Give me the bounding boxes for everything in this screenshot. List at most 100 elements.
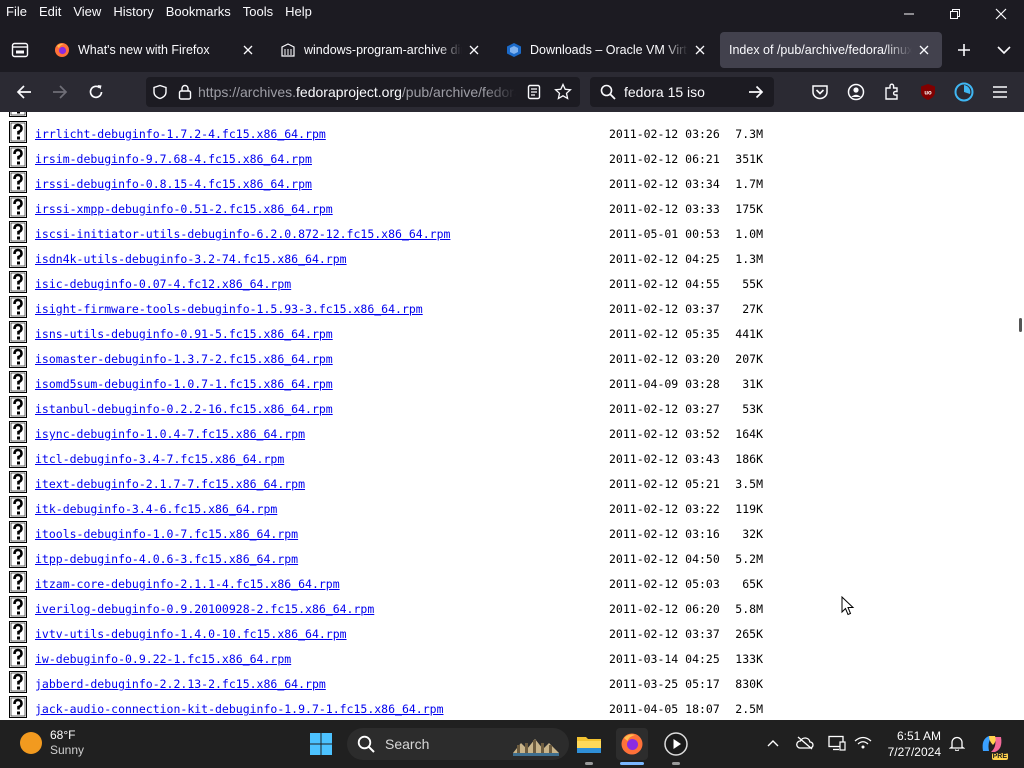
firefox-view-button[interactable] xyxy=(8,38,32,62)
close-icon xyxy=(243,45,253,55)
file-link[interactable]: irssi-xmpp-debuginfo-0.51-2.fc15.x86_64.… xyxy=(35,202,333,216)
table-row: irsim-debuginfo-9.7.68-4.fc15.x86_64.rpm… xyxy=(0,145,1010,170)
file-size: 32K xyxy=(742,527,763,541)
tab-fedora-index[interactable]: Index of /pub/archive/fedora/linux/ xyxy=(720,32,942,68)
extension-colored-button[interactable] xyxy=(950,78,978,106)
file-link[interactable]: itpp-debuginfo-4.0.6-3.fc15.x86_64.rpm xyxy=(35,552,298,566)
scrollbar-thumb[interactable] xyxy=(1019,318,1022,332)
file-link[interactable]: isns-utils-debuginfo-0.91-5.fc15.x86_64.… xyxy=(35,327,333,341)
file-link[interactable]: isic-debuginfo-0.07-4.fc12.x86_64.rpm xyxy=(35,277,291,291)
file-size: 31K xyxy=(742,377,763,391)
file-link[interactable]: isomd5sum-debuginfo-1.0.7-1.fc15.x86_64.… xyxy=(35,377,333,391)
file-link[interactable]: itext-debuginfo-2.1.7-7.fc15.x86_64.rpm xyxy=(35,477,305,491)
navigation-toolbar: https://archives.fedoraproject.org/pub/a… xyxy=(0,72,1024,112)
file-explorer-button[interactable] xyxy=(573,728,605,760)
pocket-button[interactable] xyxy=(806,78,834,106)
search-bar[interactable]: fedora 15 iso xyxy=(590,77,774,107)
device-tray-icon[interactable] xyxy=(826,732,848,754)
file-link[interactable]: isdn4k-utils-debuginfo-3.2-74.fc15.x86_6… xyxy=(35,252,347,266)
taskbar-search-box[interactable]: Search xyxy=(347,728,569,760)
file-size: 164K xyxy=(735,427,763,441)
menu-edit[interactable]: Edit xyxy=(33,0,67,24)
new-tab-button[interactable] xyxy=(952,38,976,62)
back-button[interactable] xyxy=(10,78,38,106)
file-link[interactable]: isight-firmware-tools-debuginfo-1.5.93-3… xyxy=(35,302,423,316)
file-link[interactable]: irrlicht-debuginfo-1.7.2-4.fc15.x86_64.r… xyxy=(35,127,326,141)
file-link[interactable]: jack-audio-connection-kit-debuginfo-1.9.… xyxy=(35,702,444,716)
show-hidden-icons-button[interactable] xyxy=(762,732,784,754)
minimize-button[interactable] xyxy=(886,0,932,28)
lock-icon[interactable] xyxy=(178,84,192,100)
tab-virtualbox-downloads[interactable]: Downloads – Oracle VM Virtuall xyxy=(494,32,718,68)
tab-close-button[interactable] xyxy=(462,38,486,62)
file-link[interactable]: isync-debuginfo-1.0.4-7.fc15.x86_64.rpm xyxy=(35,427,305,441)
tab-close-button[interactable] xyxy=(912,38,936,62)
tab-windows-program-archive[interactable]: windows-program-archive dire xyxy=(268,32,492,68)
file-link-partial[interactable] xyxy=(35,112,275,113)
app-menu-button[interactable] xyxy=(986,78,1014,106)
unknown-file-icon xyxy=(9,271,27,293)
tracking-protection-icon[interactable] xyxy=(152,84,168,100)
mouse-cursor-icon xyxy=(841,596,855,616)
network-sound-tray-icon[interactable] xyxy=(852,732,874,754)
forward-button[interactable] xyxy=(46,78,74,106)
file-link[interactable]: itools-debuginfo-1.0-7.fc15.x86_64.rpm xyxy=(35,527,298,541)
firefox-view-icon xyxy=(11,42,29,58)
file-link[interactable]: iw-debuginfo-0.9.22-1.fc15.x86_64.rpm xyxy=(35,652,291,666)
close-icon xyxy=(469,45,479,55)
tab-close-button[interactable] xyxy=(688,38,712,62)
reader-view-button[interactable] xyxy=(526,84,542,100)
file-link[interactable]: irsim-debuginfo-9.7.68-4.fc15.x86_64.rpm xyxy=(35,152,312,166)
search-go-button[interactable] xyxy=(748,85,764,99)
restore-button[interactable] xyxy=(932,0,978,28)
table-row: itools-debuginfo-1.0-7.fc15.x86_64.rpm 20… xyxy=(0,520,1010,545)
file-link[interactable]: iscsi-initiator-utils-debuginfo-6.2.0.87… xyxy=(35,227,450,241)
file-link[interactable]: istanbul-debuginfo-0.2.2-16.fc15.x86_64.… xyxy=(35,402,333,416)
menu-history[interactable]: History xyxy=(107,0,159,24)
cloud-sync-tray-icon[interactable] xyxy=(794,732,816,754)
file-link[interactable]: ivtv-utils-debuginfo-1.4.0-10.fc15.x86_6… xyxy=(35,627,347,641)
close-icon xyxy=(995,8,1007,20)
file-link[interactable]: jabberd-debuginfo-2.2.13-2.fc15.x86_64.r… xyxy=(35,677,326,691)
unknown-file-icon xyxy=(9,421,27,443)
tab-whats-new[interactable]: What's new with Firefox xyxy=(42,32,266,68)
file-link[interactable]: isomaster-debuginfo-1.3.7-2.fc15.x86_64.… xyxy=(35,352,333,366)
file-size: 441K xyxy=(735,327,763,341)
file-link[interactable]: itcl-debuginfo-3.4-7.fc15.x86_64.rpm xyxy=(35,452,284,466)
file-size: 1.3M xyxy=(735,252,763,266)
file-size: 3.5M xyxy=(735,477,763,491)
file-link[interactable]: itk-debuginfo-3.4-6.fc15.x86_64.rpm xyxy=(35,502,277,516)
start-button[interactable] xyxy=(305,728,337,760)
weather-widget[interactable]: 68°F Sunny xyxy=(20,728,84,758)
unknown-file-icon xyxy=(9,596,27,618)
menu-file[interactable]: File xyxy=(0,0,33,24)
file-size: 7.3M xyxy=(735,127,763,141)
play-icon xyxy=(664,732,688,756)
firefox-taskbar-button[interactable] xyxy=(616,728,648,760)
bookmark-star-button[interactable] xyxy=(554,83,572,101)
menu-tools[interactable]: Tools xyxy=(237,0,279,24)
url-text[interactable]: https://archives.fedoraproject.org/pub/a… xyxy=(198,84,516,100)
file-link[interactable]: itzam-core-debuginfo-2.1.1-4.fc15.x86_64… xyxy=(35,577,340,591)
account-button[interactable] xyxy=(842,78,870,106)
menu-help[interactable]: Help xyxy=(279,0,318,24)
copilot-button[interactable]: PRE xyxy=(976,728,1008,760)
tab-close-button[interactable] xyxy=(236,38,260,62)
file-link[interactable]: iverilog-debuginfo-0.9.20100928-2.fc15.x… xyxy=(35,602,374,616)
address-bar[interactable]: https://archives.fedoraproject.org/pub/a… xyxy=(146,77,580,107)
extensions-button[interactable] xyxy=(878,78,906,106)
close-window-button[interactable] xyxy=(978,0,1024,28)
menu-bookmarks[interactable]: Bookmarks xyxy=(160,0,237,24)
notifications-button[interactable] xyxy=(946,732,968,754)
unknown-file-icon xyxy=(9,346,27,368)
system-clock[interactable]: 6:51 AM 7/27/2024 xyxy=(880,728,941,760)
ublock-origin-button[interactable]: uo xyxy=(914,78,942,106)
list-all-tabs-button[interactable] xyxy=(992,38,1016,62)
table-row: ivtv-utils-debuginfo-1.4.0-10.fc15.x86_6… xyxy=(0,620,1010,645)
search-query[interactable]: fedora 15 iso xyxy=(624,84,705,100)
reload-button[interactable] xyxy=(82,78,110,106)
menu-view[interactable]: View xyxy=(67,0,107,24)
media-player-button[interactable] xyxy=(660,728,692,760)
file-link[interactable]: irssi-debuginfo-0.8.15-4.fc15.x86_64.rpm xyxy=(35,177,312,191)
table-row: itzam-core-debuginfo-2.1.1-4.fc15.x86_64… xyxy=(0,570,1010,595)
